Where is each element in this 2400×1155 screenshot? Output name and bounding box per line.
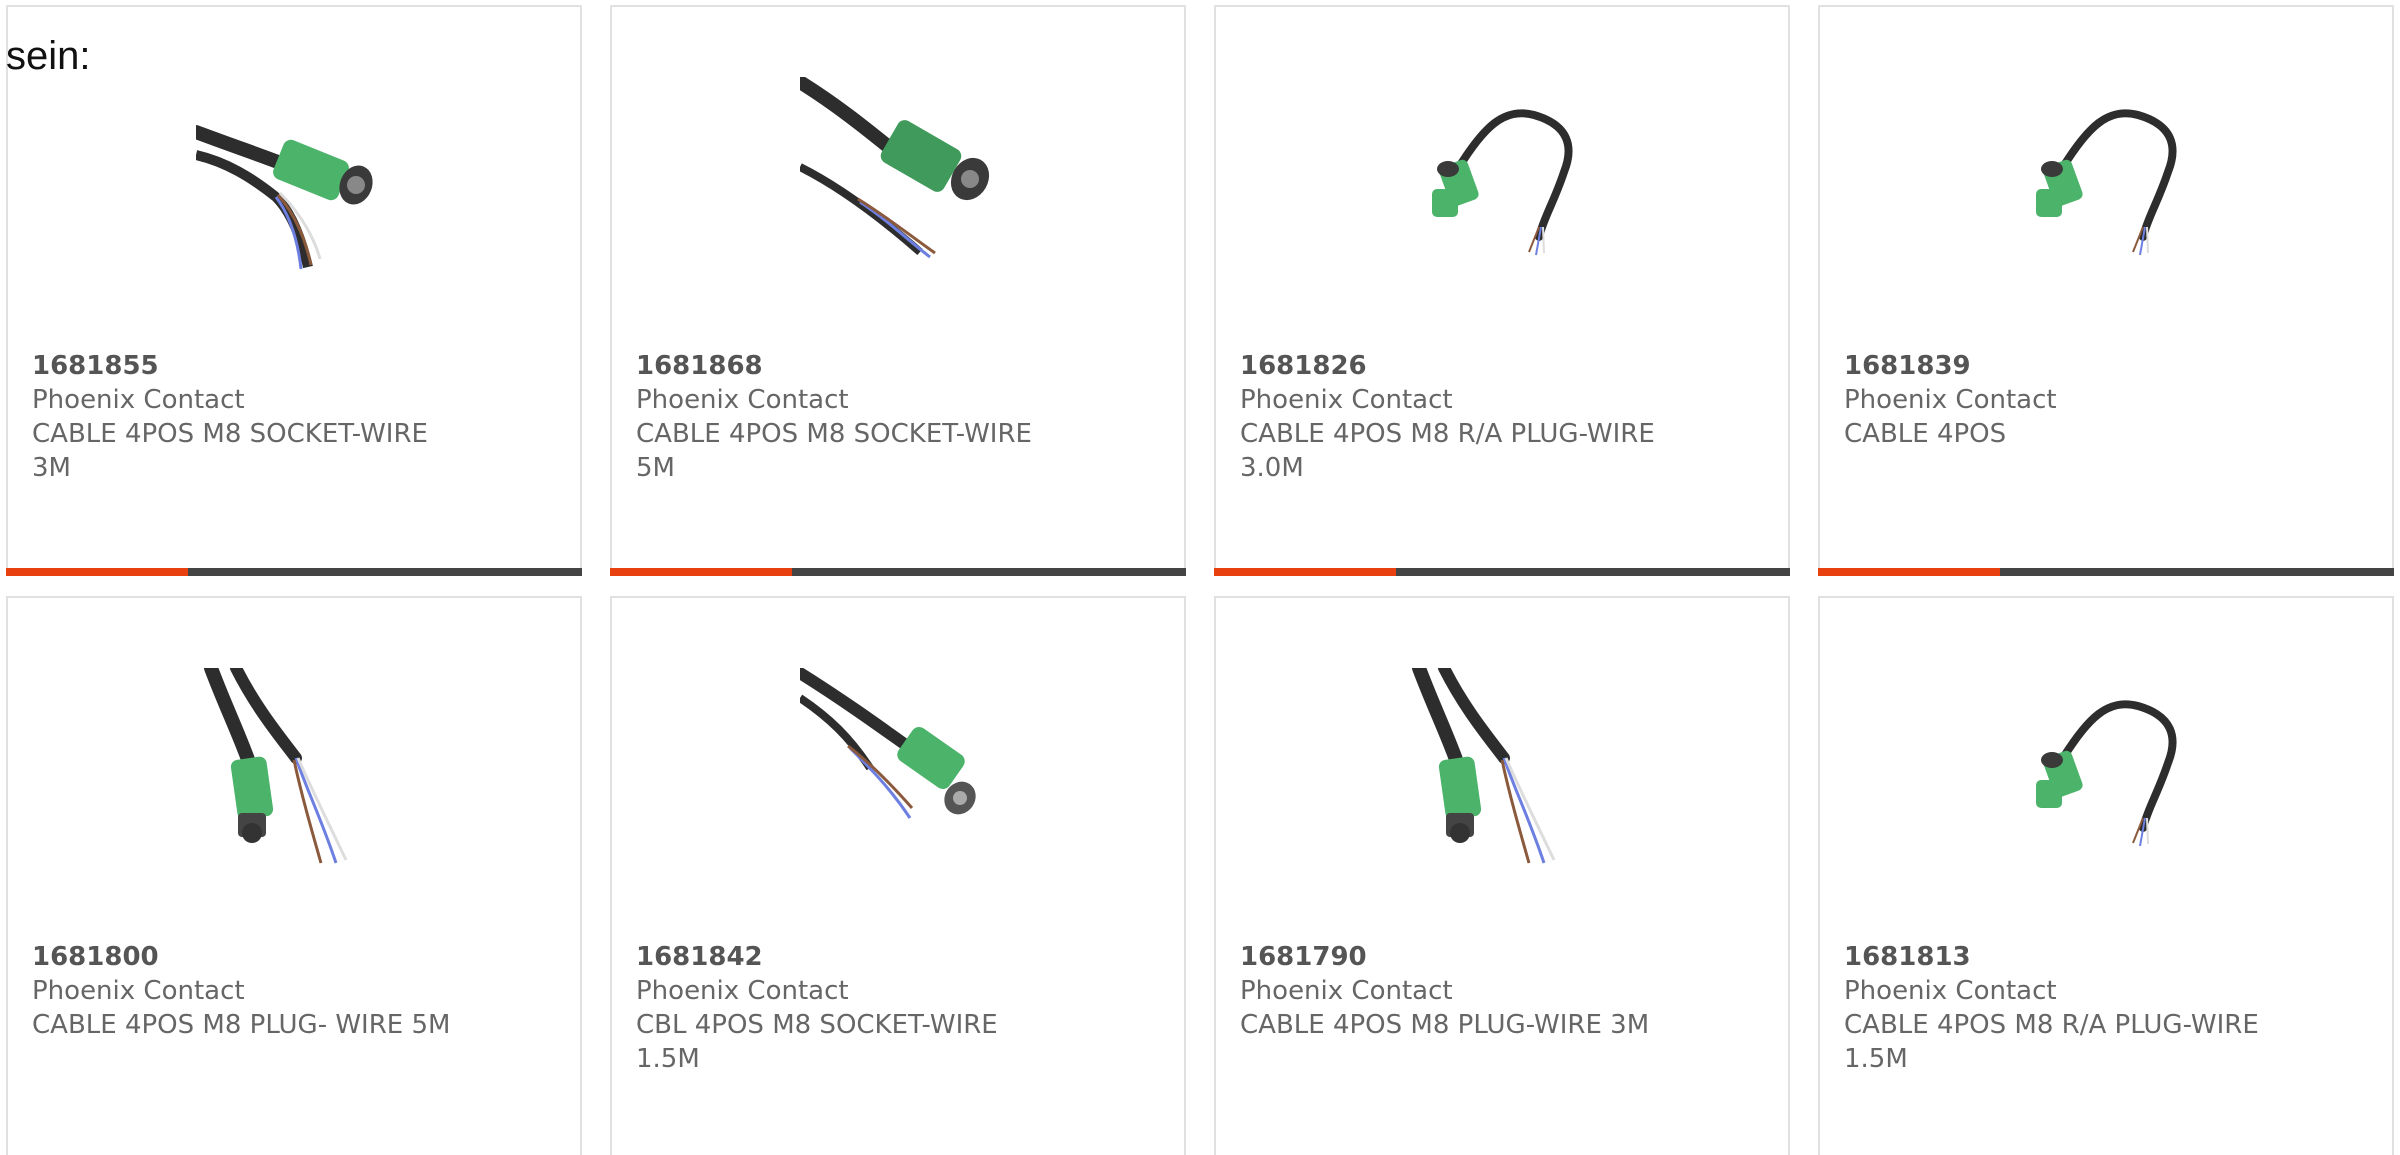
part-number[interactable]: 1681826 <box>1240 349 1764 383</box>
manufacturer: Phoenix Contact <box>1844 385 2057 415</box>
part-number[interactable]: 1681842 <box>636 940 1160 974</box>
product-image[interactable] <box>2008 77 2208 277</box>
manufacturer: Phoenix Contact <box>636 385 849 415</box>
product-card[interactable]: 1681839 Phoenix Contact CABLE 4POS <box>1818 5 2394 576</box>
product-description: CABLE 4POS M8 PLUG- WIRE 5M <box>32 1010 451 1040</box>
intro-text: sein: <box>6 34 91 78</box>
manufacturer: Phoenix Contact <box>1844 976 2057 1006</box>
card-bottom-bar <box>6 568 582 576</box>
product-image[interactable] <box>2008 668 2208 868</box>
part-number[interactable]: 1681839 <box>1844 349 2368 383</box>
product-description: CABLE 4POS M8 PLUG-WIRE 3M <box>1240 1010 1650 1040</box>
manufacturer: Phoenix Contact <box>636 976 849 1006</box>
product-info: 1681868 Phoenix Contact CABLE 4POS M8 SO… <box>636 349 1160 485</box>
card-bottom-bar <box>1214 568 1790 576</box>
product-info: 1681842 Phoenix Contact CBL 4POS M8 SOCK… <box>636 940 1160 1076</box>
product-card[interactable]: 1681790 Phoenix Contact CABLE 4POS M8 PL… <box>1214 596 1790 1155</box>
product-image[interactable] <box>1404 668 1604 868</box>
product-image[interactable] <box>196 77 396 277</box>
part-number[interactable]: 1681855 <box>32 349 556 383</box>
card-bottom-bar <box>610 568 1186 576</box>
product-description: CABLE 4POS <box>1844 419 2007 449</box>
product-image[interactable] <box>800 668 1000 868</box>
product-info: 1681813 Phoenix Contact CABLE 4POS M8 R/… <box>1844 940 2368 1076</box>
manufacturer: Phoenix Contact <box>1240 385 1453 415</box>
card-bottom-bar <box>1818 568 2394 576</box>
product-info: 1681826 Phoenix Contact CABLE 4POS M8 R/… <box>1240 349 1764 485</box>
product-card[interactable]: 1681868 Phoenix Contact CABLE 4POS M8 SO… <box>610 5 1186 576</box>
product-image[interactable] <box>800 77 1000 277</box>
card-accent-bar <box>1818 568 2000 576</box>
manufacturer: Phoenix Contact <box>32 385 245 415</box>
product-description: CABLE 4POS M8 SOCKET-WIRE 3M <box>32 419 428 483</box>
product-info: 1681800 Phoenix Contact CABLE 4POS M8 PL… <box>32 940 556 1042</box>
manufacturer: Phoenix Contact <box>1240 976 1453 1006</box>
product-card[interactable]: 1681800 Phoenix Contact CABLE 4POS M8 PL… <box>6 596 582 1155</box>
product-card[interactable]: 1681842 Phoenix Contact CBL 4POS M8 SOCK… <box>610 596 1186 1155</box>
product-description: CABLE 4POS M8 R/A PLUG-WIRE 1.5M <box>1844 1010 2259 1074</box>
part-number[interactable]: 1681813 <box>1844 940 2368 974</box>
product-info: 1681855 Phoenix Contact CABLE 4POS M8 SO… <box>32 349 556 485</box>
card-accent-bar <box>6 568 188 576</box>
product-info: 1681790 Phoenix Contact CABLE 4POS M8 PL… <box>1240 940 1764 1042</box>
product-description: CABLE 4POS M8 SOCKET-WIRE 5M <box>636 419 1032 483</box>
product-description: CBL 4POS M8 SOCKET-WIRE 1.5M <box>636 1010 998 1074</box>
product-image[interactable] <box>1404 77 1604 277</box>
product-card[interactable]: 1681855 Phoenix Contact CABLE 4POS M8 SO… <box>6 5 582 576</box>
card-accent-bar <box>1214 568 1396 576</box>
product-card[interactable]: 1681813 Phoenix Contact CABLE 4POS M8 R/… <box>1818 596 2394 1155</box>
part-number[interactable]: 1681868 <box>636 349 1160 383</box>
product-info: 1681839 Phoenix Contact CABLE 4POS <box>1844 349 2368 451</box>
product-image[interactable] <box>196 668 396 868</box>
product-card[interactable]: 1681826 Phoenix Contact CABLE 4POS M8 R/… <box>1214 5 1790 576</box>
part-number[interactable]: 1681790 <box>1240 940 1764 974</box>
product-description: CABLE 4POS M8 R/A PLUG-WIRE 3.0M <box>1240 419 1655 483</box>
card-accent-bar <box>610 568 792 576</box>
part-number[interactable]: 1681800 <box>32 940 556 974</box>
manufacturer: Phoenix Contact <box>32 976 245 1006</box>
product-grid-page: sein: 1681855 Phoenix Contact CABLE 4POS… <box>0 0 2400 1155</box>
